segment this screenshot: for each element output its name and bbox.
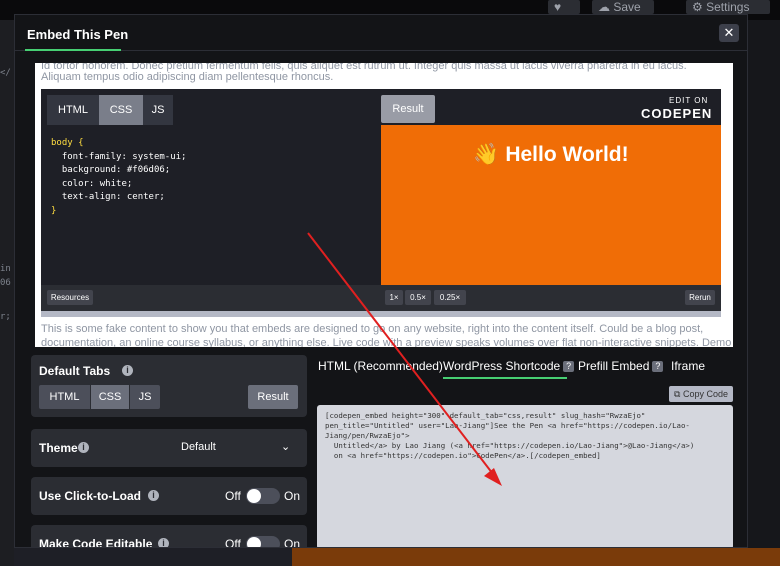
click-to-load-card: Use Click-to-Load i Off On	[31, 477, 307, 515]
modal-title: Embed This Pen	[24, 27, 129, 51]
embed-tab-html[interactable]: HTML	[47, 95, 99, 125]
active-tab-indicator	[443, 377, 567, 379]
save-button[interactable]: ☁ Save	[592, 0, 654, 14]
code-line: }	[51, 205, 57, 216]
editor-gutter: </ in 06 r;	[0, 20, 14, 566]
info-icon[interactable]: i	[122, 365, 133, 376]
toggle-on-label: On	[284, 537, 301, 548]
fake-content-bottom-line2: documentation, an online course syllabus…	[41, 337, 732, 347]
copy-code-button[interactable]: ⧉ Copy Code	[669, 386, 733, 402]
default-tabs-label: Default Tabs	[39, 364, 111, 378]
embed-tab-bar: HTML CSS JS Result EDIT ON CODEPEN	[41, 89, 721, 125]
toggle-on-label: On	[284, 489, 301, 503]
code-line: color: white;	[51, 178, 133, 189]
fake-content-top-line2: Aliquam tempus odio adipiscing diam pell…	[41, 71, 334, 83]
embed-result-pane: 👋 Hello World!	[381, 125, 721, 285]
editor-right-panel	[748, 20, 780, 566]
code-line: font-family: system-ui;	[51, 151, 187, 162]
code-line: background: #f06d06;	[51, 165, 171, 175]
embed-preview: Id tortor nonorem. Donec pretium ferment…	[35, 63, 733, 347]
zoom-quarter-button[interactable]: 0.25×	[434, 290, 466, 305]
modal-header: Embed This Pen ✕	[15, 15, 747, 51]
embedded-pen: HTML CSS JS Result EDIT ON CODEPEN body …	[41, 89, 721, 317]
close-icon: ✕	[723, 25, 735, 40]
info-icon[interactable]: i	[148, 490, 159, 501]
chevron-down-icon[interactable]: ⌄	[281, 440, 290, 453]
hello-heading: 👋 Hello World!	[473, 143, 629, 166]
embed-result-tab[interactable]: Result	[381, 95, 435, 123]
click-to-load-label: Use Click-to-Load	[39, 489, 142, 503]
embed-code-pane: body { font-family: system-ui; backgroun…	[41, 125, 381, 285]
embed-code-textarea[interactable]: [codepen_embed height="300" default_tab=…	[317, 405, 733, 547]
toggle-off-label: Off	[225, 489, 241, 503]
info-icon[interactable]: i	[158, 538, 169, 547]
cloud-icon: ☁	[598, 0, 614, 14]
tab-label: WordPress Shortcode	[443, 359, 561, 373]
default-tab-css[interactable]: CSS	[91, 385, 129, 409]
heart-icon: ♥	[554, 0, 562, 14]
tab-label: Prefill Embed	[578, 359, 650, 373]
info-icon[interactable]: i	[78, 442, 89, 453]
tab-wordpress-shortcode[interactable]: WordPress Shortcode?	[443, 359, 575, 373]
favorite-button[interactable]: ♥	[548, 0, 580, 14]
click-to-load-toggle[interactable]	[246, 488, 280, 504]
default-tabs-group: HTML CSS JS	[39, 385, 163, 409]
edit-on-label: EDIT ON	[669, 96, 709, 105]
theme-card[interactable]: Theme i Default ⌄	[31, 429, 307, 467]
code-line: body {	[51, 138, 84, 148]
theme-select-value[interactable]: Default	[181, 441, 216, 453]
theme-label: Theme	[39, 441, 78, 455]
fake-content-bottom-line1: This is some fake content to show you th…	[41, 323, 704, 335]
resources-button[interactable]: Resources	[47, 290, 93, 305]
toggle-off-label: Off	[225, 537, 241, 548]
copy-icon: ⧉	[674, 389, 683, 399]
embed-tab-css[interactable]: CSS	[99, 95, 143, 125]
editable-label: Make Code Editable	[39, 537, 153, 548]
editable-card: Make Code Editable i Off On	[31, 525, 307, 548]
settings-button[interactable]: ⚙ Settings	[686, 0, 770, 14]
default-tab-html[interactable]: HTML	[39, 385, 90, 409]
tab-prefill-embed[interactable]: Prefill Embed?	[578, 359, 664, 373]
embed-bottom-bar	[41, 311, 721, 317]
code-line: text-align: center;	[51, 192, 165, 202]
default-tab-js[interactable]: JS	[130, 385, 160, 409]
editable-toggle[interactable]	[246, 536, 280, 547]
rerun-button[interactable]: Rerun	[685, 290, 715, 305]
embed-footer: Resources 1× 0.5× 0.25× Rerun	[41, 285, 721, 311]
close-button[interactable]: ✕	[719, 24, 739, 42]
default-tab-result[interactable]: Result	[248, 385, 298, 409]
codepen-logo[interactable]: CODEPEN	[641, 106, 712, 121]
embed-tab-js[interactable]: JS	[143, 95, 173, 125]
zoom-half-button[interactable]: 0.5×	[405, 290, 431, 305]
zoom-1x-button[interactable]: 1×	[385, 290, 403, 305]
tab-iframe[interactable]: Iframe	[671, 359, 705, 373]
help-icon[interactable]: ?	[652, 361, 664, 372]
help-icon[interactable]: ?	[563, 361, 575, 372]
gear-icon: ⚙	[692, 0, 707, 14]
editor-result-preview	[292, 548, 780, 566]
tab-html-recommended[interactable]: HTML (Recommended)	[318, 359, 443, 373]
embed-modal: Embed This Pen ✕ Id tortor nonorem. Done…	[14, 14, 748, 548]
default-tabs-card: Default Tabs i HTML CSS JS Result	[31, 355, 307, 417]
